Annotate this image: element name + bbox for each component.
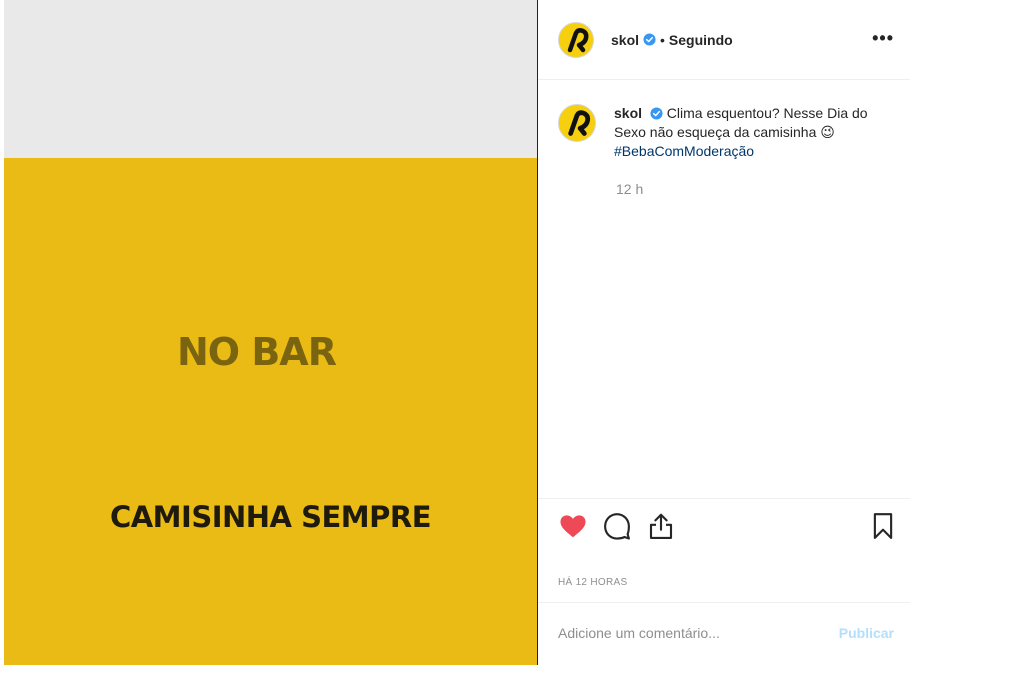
verified-badge-icon <box>650 107 663 120</box>
image-text-no-bar: NO BAR <box>177 330 337 374</box>
skol-logo-icon <box>567 27 589 52</box>
more-options-icon[interactable]: ••• <box>872 28 894 49</box>
skol-logo-icon <box>568 110 591 136</box>
image-text-camisinha-sempre: CAMISINHA SEMPRE <box>109 500 432 534</box>
comment-icon[interactable] <box>602 511 632 541</box>
post-sidebar: skol • Seguindo ••• skol Clima esquentou… <box>538 0 910 665</box>
hashtag-link[interactable]: #BebaComModeração <box>614 143 754 159</box>
header-separator: • <box>660 31 665 48</box>
verified-badge-icon <box>643 33 656 46</box>
caption-time: 12 h <box>616 181 644 197</box>
caption-avatar[interactable] <box>558 104 596 142</box>
heart-icon[interactable] <box>558 511 588 541</box>
post-image[interactable]: NO BAR CAMISINHA SEMPRE <box>4 0 537 665</box>
share-icon[interactable] <box>646 511 676 541</box>
instagram-post-page: NO BAR CAMISINHA SEMPRE skol • Seguindo … <box>0 0 1024 675</box>
following-button[interactable]: Seguindo <box>669 32 733 48</box>
post-timestamp[interactable]: HÁ 12 HORAS <box>558 577 627 588</box>
publish-button[interactable]: Publicar <box>839 625 894 641</box>
header-username[interactable]: skol <box>611 32 639 48</box>
post-container: NO BAR CAMISINHA SEMPRE skol • Seguindo … <box>4 0 910 665</box>
comment-input[interactable]: Adicione um comentário... <box>558 625 720 641</box>
caption-username[interactable]: skol <box>614 105 642 121</box>
avatar[interactable] <box>558 21 594 58</box>
caption-text-block: skol Clima esquentou? Nesse Dia do Sexo … <box>614 104 884 161</box>
comment-form: Adicione um comentário... Publicar <box>538 602 910 665</box>
post-actions: HÁ 12 HORAS <box>538 498 910 602</box>
bookmark-icon[interactable] <box>868 511 898 541</box>
post-header: skol • Seguindo ••• <box>538 0 910 80</box>
post-caption: skol Clima esquentou? Nesse Dia do Sexo … <box>558 104 898 161</box>
image-yellow-band <box>4 158 537 665</box>
